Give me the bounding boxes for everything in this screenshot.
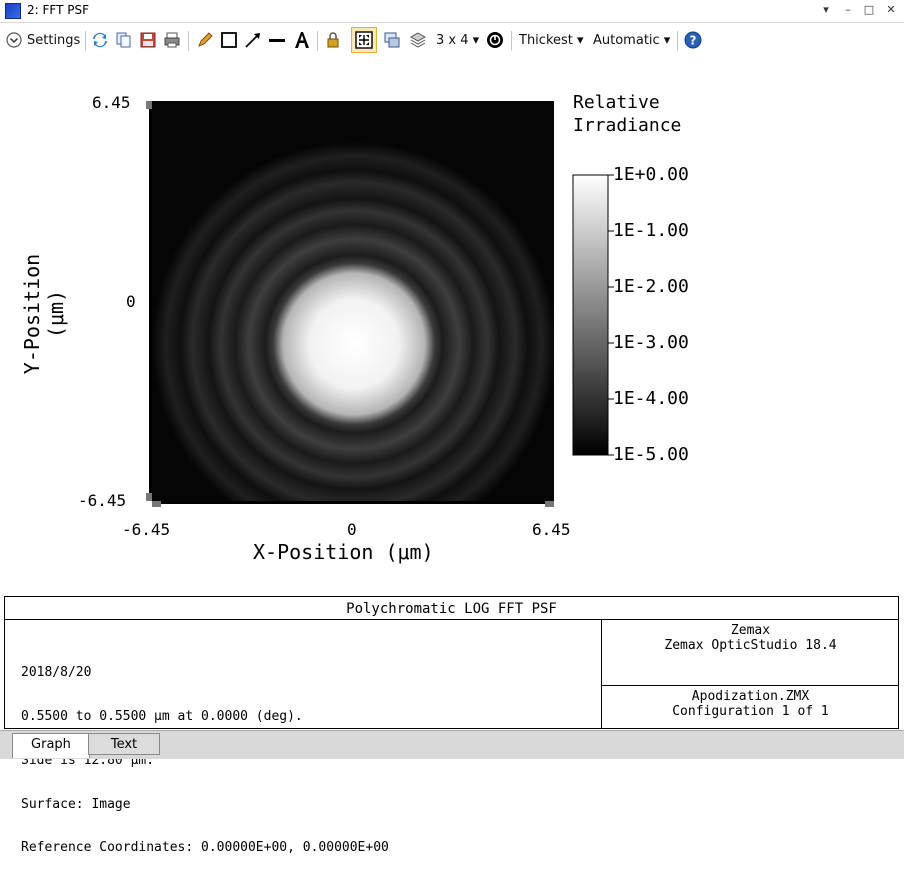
info-filename: Apodization.ZMX [691, 689, 810, 704]
x-axis-handle-right[interactable] [545, 501, 554, 507]
zoom-fit-button[interactable] [351, 27, 377, 53]
info-company: Zemax [730, 623, 771, 638]
info-configuration: Configuration 1 of 1 [672, 704, 829, 719]
tab-graph[interactable]: Graph [12, 733, 90, 758]
svg-text:?: ? [690, 34, 697, 48]
info-panel: Polychromatic LOG FFT PSF 2018/8/20 0.55… [4, 596, 899, 855]
window-layout-icon[interactable] [383, 31, 401, 49]
line-thickness-dropdown[interactable]: Thickest ▾ [519, 29, 584, 51]
layers-icon[interactable] [409, 31, 427, 49]
window-title: 2: FFT PSF [27, 3, 89, 17]
timer-icon[interactable] [486, 31, 504, 49]
tab-bar: Graph Text [0, 730, 904, 759]
text-icon[interactable] [293, 31, 311, 49]
info-reference: Reference Coordinates: 0.00000E+00, 0.00… [21, 840, 389, 856]
save-icon[interactable] [139, 31, 157, 49]
x-tick-right: 6.45 [532, 520, 571, 539]
y-axis-line [149, 101, 152, 501]
y-axis-handle-top[interactable] [146, 101, 152, 109]
arrow-icon[interactable] [244, 31, 262, 49]
toolbar-separator [317, 31, 318, 51]
legend-tick-label: 1E+0.00 [613, 164, 689, 185]
legend-title-line1: Relative [573, 92, 660, 113]
refresh-icon[interactable] [91, 31, 109, 49]
y-tick-bottom: -6.45 [78, 491, 127, 510]
window-menu-button[interactable]: ▾ [818, 2, 834, 18]
legend-tick-label: 1E-2.00 [613, 276, 689, 297]
line-icon[interactable] [268, 31, 286, 49]
copy-icon[interactable] [115, 31, 133, 49]
maximize-button[interactable]: □ [861, 2, 877, 18]
toolbar-separator [188, 31, 189, 51]
toolbar-separator [511, 31, 512, 51]
x-axis-line [152, 501, 554, 504]
toolbar-separator [677, 31, 678, 51]
info-file: Apodization.ZMX Configuration 1 of 1 [602, 689, 899, 719]
legend-title-line2: Irradiance [573, 115, 682, 136]
chevron-down-circle-icon [6, 32, 22, 48]
legend-tick-label: 1E-4.00 [613, 388, 689, 409]
legend-tick-marks [608, 174, 614, 456]
info-details: 2018/8/20 0.5500 to 0.5500 μm at 0.0000 … [21, 637, 389, 885]
legend-tick-label: 1E-1.00 [613, 220, 689, 241]
psf-image [152, 101, 554, 501]
title-bar: 2: FFT PSF ▾ – □ ✕ [0, 0, 904, 23]
close-button[interactable]: ✕ [883, 2, 899, 18]
y-tick-top: 6.45 [92, 93, 131, 112]
info-title: Polychromatic LOG FFT PSF [5, 597, 898, 620]
grid-layout-dropdown[interactable]: 3 x 4 ▾ [436, 29, 479, 51]
x-axis-handle-left[interactable] [152, 501, 161, 507]
info-wavelength: 0.5500 to 0.5500 μm at 0.0000 (deg). [21, 708, 303, 724]
tab-text[interactable]: Text [88, 733, 160, 755]
y-axis-label: Y-Position (μm) [20, 253, 68, 375]
settings-button[interactable]: Settings [6, 29, 80, 51]
rectangle-icon[interactable] [220, 31, 238, 49]
x-tick-left: -6.45 [122, 520, 171, 539]
info-software: Zemax Zemax OpticStudio 18.4 [602, 623, 899, 653]
info-surface: Surface: Image [21, 796, 131, 812]
y-tick-middle: 0 [126, 292, 136, 311]
toolbar: Settings 3 x 4 ▾ Thickest ▾ Automatic ▾ … [0, 23, 904, 57]
help-icon[interactable]: ? [684, 31, 702, 49]
info-divider-horizontal [601, 685, 899, 686]
x-axis-label: X-Position (μm) [253, 540, 434, 564]
scale-dropdown[interactable]: Automatic ▾ [593, 29, 670, 51]
lock-icon[interactable] [324, 31, 342, 49]
pencil-icon[interactable] [196, 31, 214, 49]
x-tick-middle: 0 [347, 520, 357, 539]
psf-plot [146, 101, 614, 507]
plot-area: 6.45 0 -6.45 -6.45 0 6.45 X-Position (μm… [0, 58, 904, 596]
legend-tick-label: 1E-5.00 [613, 444, 689, 465]
fit-icon [355, 31, 373, 49]
minimize-button[interactable]: – [840, 2, 856, 18]
print-icon[interactable] [163, 31, 181, 49]
info-product: Zemax OpticStudio 18.4 [664, 638, 837, 653]
app-icon [5, 3, 21, 19]
info-date: 2018/8/20 [21, 665, 92, 681]
y-axis-handle-bottom[interactable] [146, 493, 152, 501]
settings-label: Settings [27, 32, 81, 48]
legend-tick-label: 1E-3.00 [613, 332, 689, 353]
toolbar-separator [85, 31, 86, 51]
legend-color-bar [572, 174, 609, 456]
